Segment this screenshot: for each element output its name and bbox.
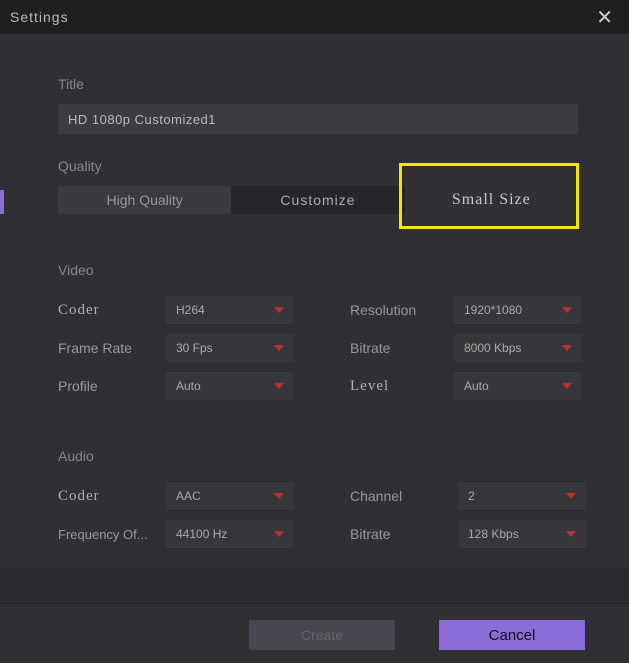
accent-edge <box>0 190 4 214</box>
chevron-down-icon <box>566 531 576 537</box>
video-bitrate-value: 8000 Kbps <box>464 341 521 355</box>
chevron-down-icon <box>562 345 572 351</box>
video-framerate-label: Frame Rate <box>58 340 166 356</box>
quality-customize-button[interactable]: Customize <box>231 186 404 214</box>
video-profile-label: Profile <box>58 378 166 394</box>
chevron-down-icon <box>274 383 284 389</box>
chevron-down-icon <box>274 531 284 537</box>
video-heading: Video <box>58 262 579 278</box>
audio-coder-label: Coder <box>58 488 166 505</box>
quality-high-button[interactable]: High Quality <box>58 186 231 214</box>
modal-content: Title Quality High Quality Customize Sma… <box>0 34 629 568</box>
audio-bitrate-select[interactable]: 128 Kbps <box>458 520 586 548</box>
video-profile-select[interactable]: Auto <box>166 372 294 400</box>
chevron-down-icon <box>274 493 284 499</box>
audio-bitrate-value: 128 Kbps <box>468 527 519 541</box>
chevron-down-icon <box>274 345 284 351</box>
video-resolution-select[interactable]: 1920*1080 <box>454 296 582 324</box>
video-profile-value: Auto <box>176 379 201 393</box>
audio-frequency-value: 44100 Hz <box>176 527 227 541</box>
video-framerate-value: 30 Fps <box>176 341 213 355</box>
audio-frequency-label: Frequency Of... <box>58 527 166 542</box>
modal-title: Settings <box>10 9 69 25</box>
settings-modal: Settings ✕ Title Quality High Quality Cu… <box>0 0 629 663</box>
quality-smallsize-button[interactable]: Small Size <box>405 186 578 214</box>
video-level-value: Auto <box>464 379 489 393</box>
audio-frequency-select[interactable]: 44100 Hz <box>166 520 294 548</box>
cancel-button[interactable]: Cancel <box>439 620 585 650</box>
audio-channel-label: Channel <box>350 488 458 504</box>
modal-footer: Create Cancel <box>0 607 629 663</box>
audio-channel-value: 2 <box>468 489 475 503</box>
audio-section: Audio Coder AAC Channel 2 <box>58 448 579 548</box>
create-button[interactable]: Create <box>249 620 395 650</box>
video-level-select[interactable]: Auto <box>454 372 582 400</box>
close-icon[interactable]: ✕ <box>590 3 619 32</box>
video-coder-value: H264 <box>176 303 205 317</box>
chevron-down-icon <box>562 307 572 313</box>
audio-channel-select[interactable]: 2 <box>458 482 586 510</box>
chevron-down-icon <box>562 383 572 389</box>
audio-heading: Audio <box>58 448 579 464</box>
chevron-down-icon <box>274 307 284 313</box>
video-resolution-label: Resolution <box>350 302 454 318</box>
video-bitrate-label: Bitrate <box>350 340 454 356</box>
quality-toggle: High Quality Customize Small Size <box>58 186 578 214</box>
video-coder-label: Coder <box>58 302 166 319</box>
video-coder-select[interactable]: H264 <box>166 296 294 324</box>
audio-bitrate-label: Bitrate <box>350 526 458 542</box>
video-level-label: Level <box>350 378 454 395</box>
chevron-down-icon <box>566 493 576 499</box>
audio-coder-select[interactable]: AAC <box>166 482 294 510</box>
title-input[interactable] <box>58 104 578 134</box>
video-framerate-select[interactable]: 30 Fps <box>166 334 294 362</box>
modal-header: Settings ✕ <box>0 0 629 34</box>
video-section: Video Coder H264 Resolution 1920*1080 <box>58 262 579 400</box>
video-resolution-value: 1920*1080 <box>464 303 522 317</box>
audio-coder-value: AAC <box>176 489 201 503</box>
title-label: Title <box>58 76 579 92</box>
quality-label: Quality <box>58 158 579 174</box>
video-bitrate-select[interactable]: 8000 Kbps <box>454 334 582 362</box>
